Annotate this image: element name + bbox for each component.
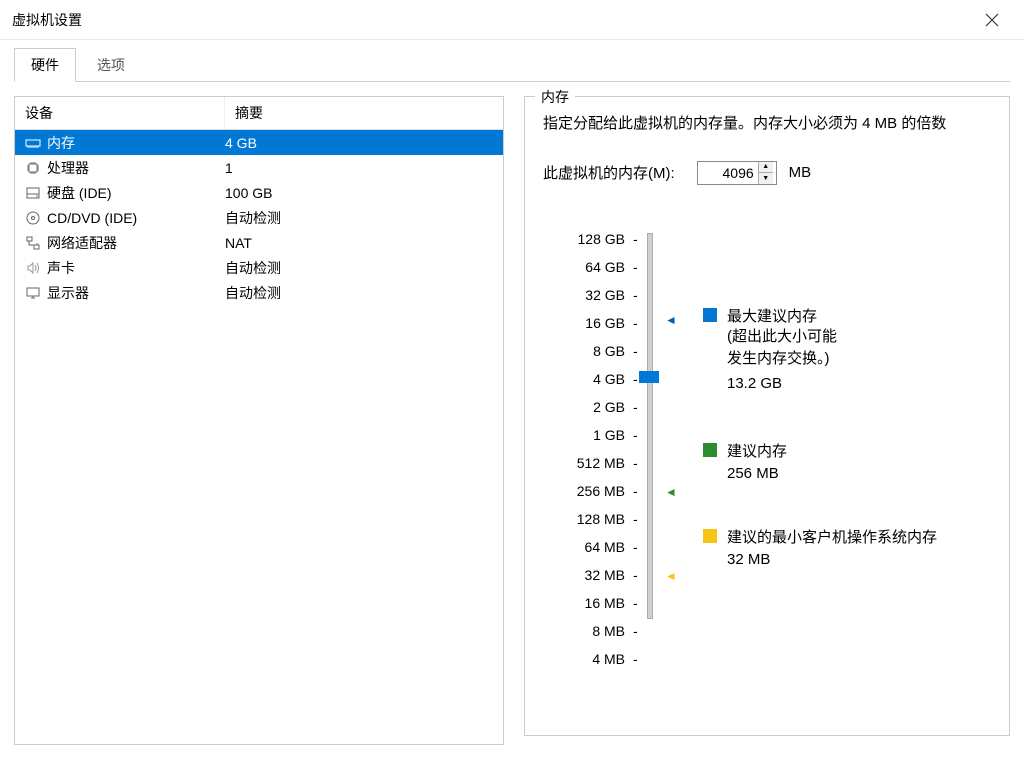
legend-max-sub1: (超出此大小可能 [703, 326, 991, 349]
table-row[interactable]: 硬盘 (IDE) 100 GB [15, 180, 503, 205]
sound-icon [25, 260, 41, 276]
device-summary: 自动检测 [225, 283, 493, 303]
device-name: CD/DVD (IDE) [47, 210, 137, 226]
slider-labels: 128 GB 64 GB 32 GB 16 GB 8 GB 4 GB 2 GB … [543, 225, 633, 655]
legend-min-title: 建议的最小客户机操作系统内存 [727, 526, 937, 547]
device-name: 显示器 [47, 283, 89, 303]
memory-input-label: 此虚拟机的内存(M): [543, 162, 675, 183]
table-row[interactable]: 内存 4 GB [15, 130, 503, 155]
device-summary: 4 GB [225, 135, 493, 151]
table-row[interactable]: 声卡 自动检测 [15, 255, 503, 280]
legend-min-value: 32 MB [703, 551, 991, 568]
header-summary: 摘要 [225, 97, 503, 129]
legend-max-title: 最大建议内存 [727, 305, 817, 326]
device-summary: NAT [225, 235, 493, 251]
legend-rec-value: 256 MB [703, 465, 991, 482]
device-name: 声卡 [47, 258, 75, 278]
memory-input[interactable] [698, 163, 758, 183]
close-button[interactable] [972, 0, 1012, 40]
device-name: 处理器 [47, 158, 89, 178]
min-marker-icon: ◄ [665, 569, 677, 583]
memory-unit: MB [789, 164, 812, 181]
green-square-icon [703, 443, 717, 457]
table-row[interactable]: 显示器 自动检测 [15, 280, 503, 305]
yellow-square-icon [703, 529, 717, 543]
device-summary: 自动检测 [225, 258, 493, 278]
tab-options[interactable]: 选项 [80, 48, 142, 82]
window-title: 虚拟机设置 [12, 10, 972, 30]
device-name: 网络适配器 [47, 233, 117, 253]
rec-marker-icon: ◄ [665, 485, 677, 499]
display-icon [25, 285, 41, 301]
legend-max-sub2: 发生内存交换。) [703, 348, 991, 371]
header-device: 设备 [15, 97, 225, 129]
device-table: 设备 摘要 内存 4 GB 处理器 1 硬盘 (IDE) 100 GB [14, 96, 504, 745]
tab-hardware[interactable]: 硬件 [14, 48, 76, 82]
table-row[interactable]: 处理器 1 [15, 155, 503, 180]
device-name: 内存 [47, 133, 75, 153]
legend-max-value: 13.2 GB [703, 375, 991, 392]
table-row[interactable]: CD/DVD (IDE) 自动检测 [15, 205, 503, 230]
memory-icon [25, 135, 41, 151]
memory-panel-title: 内存 [535, 87, 575, 107]
close-icon [985, 13, 999, 27]
chevron-up-icon[interactable]: ▲ [759, 162, 773, 173]
device-summary: 100 GB [225, 185, 493, 201]
table-row[interactable]: 网络适配器 NAT [15, 230, 503, 255]
device-name: 硬盘 (IDE) [47, 183, 112, 203]
memory-slider-thumb[interactable] [639, 371, 659, 383]
cpu-icon [25, 160, 41, 176]
blue-square-icon [703, 308, 717, 322]
device-summary: 自动检测 [225, 208, 493, 228]
memory-spinner[interactable]: ▲ ▼ [758, 162, 773, 184]
slider-ticks: ---- ---- ---- ---- [633, 225, 643, 655]
max-marker-icon: ◄ [665, 313, 677, 327]
network-icon [25, 235, 41, 251]
memory-slider-track[interactable] [647, 233, 653, 619]
disk-icon [25, 185, 41, 201]
memory-description: 指定分配给此虚拟机的内存量。内存大小必须为 4 MB 的倍数 [543, 111, 991, 137]
legend-rec-title: 建议内存 [727, 440, 787, 461]
device-summary: 1 [225, 160, 493, 176]
cd-icon [25, 210, 41, 226]
chevron-down-icon[interactable]: ▼ [759, 173, 773, 184]
